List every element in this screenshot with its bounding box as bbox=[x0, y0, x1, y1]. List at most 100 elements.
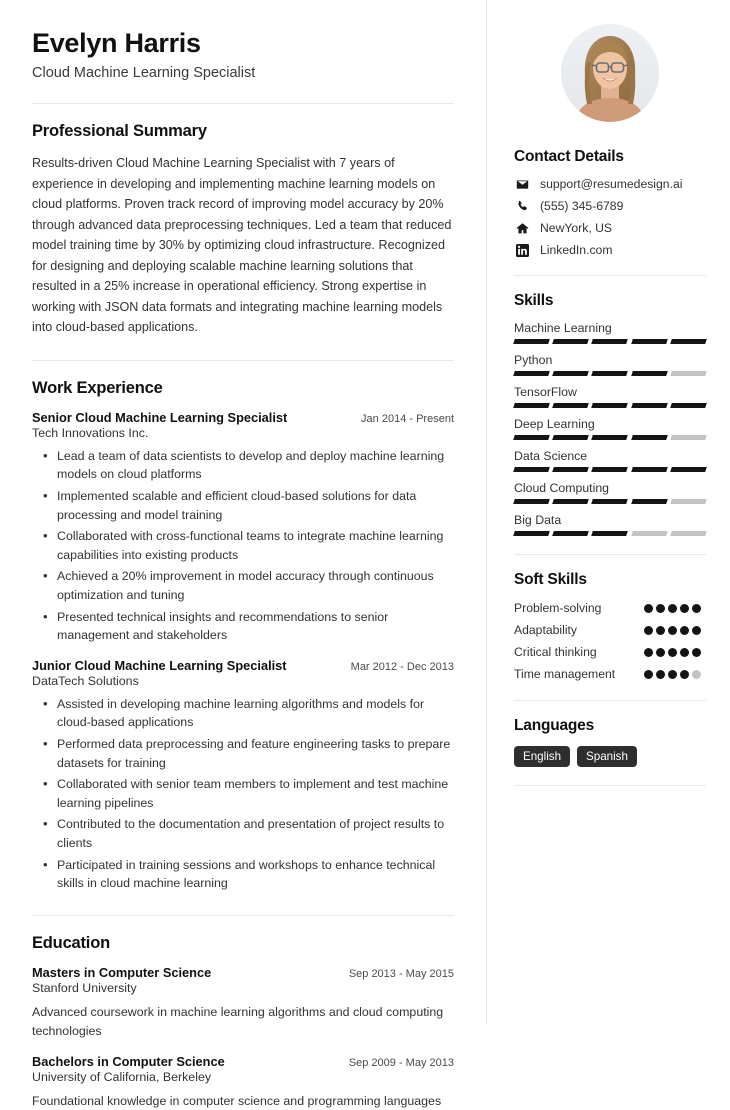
divider bbox=[32, 914, 454, 916]
skill-level-segment bbox=[513, 339, 551, 344]
avatar-photo bbox=[561, 24, 659, 122]
rating-dot bbox=[680, 648, 689, 658]
envelope-icon bbox=[514, 178, 531, 191]
soft-skill-rating bbox=[644, 600, 706, 613]
contact-row[interactable]: (555) 345-6789 bbox=[514, 199, 706, 213]
education-entry-date: Sep 2013 - May 2015 bbox=[348, 967, 454, 980]
skill-level-segment bbox=[591, 371, 629, 376]
soft-skill-name: Problem-solving bbox=[514, 601, 602, 615]
work-entry-header: Senior Cloud Machine Learning Specialist… bbox=[32, 410, 454, 425]
candidate-name: Evelyn Harris bbox=[32, 28, 201, 58]
contact-value: support@resumedesign.ai bbox=[540, 177, 683, 191]
skill-level-segment bbox=[630, 499, 668, 504]
skill-level-segment bbox=[513, 499, 551, 504]
skill-level-segment bbox=[513, 467, 551, 472]
main-column: Evelyn Harris Cloud Machine Learning Spe… bbox=[0, 0, 486, 1108]
education-entry-degree: Masters in Computer Science bbox=[32, 964, 212, 980]
bullet-item: Assisted in developing machine learning … bbox=[32, 694, 454, 732]
education-entry-header: Bachelors in Computer Science Sep 2009 - … bbox=[32, 1054, 454, 1069]
work-entry-role: Junior Cloud Machine Learning Specialist bbox=[32, 657, 287, 673]
contact-row[interactable]: support@resumedesign.ai bbox=[514, 177, 706, 191]
section-education: Education Masters in Computer Science Sep… bbox=[32, 934, 454, 1110]
section-heading-languages: Languages bbox=[514, 717, 595, 735]
rating-dot bbox=[656, 626, 665, 636]
skill-name: Data Science bbox=[514, 449, 588, 463]
work-entry-header: Junior Cloud Machine Learning Specialist… bbox=[32, 658, 454, 673]
rating-dot bbox=[692, 626, 701, 636]
section-skills: Skills Machine Learning Python TensorFlow D… bbox=[513, 292, 707, 536]
skill-level-segment bbox=[552, 371, 590, 376]
skill-level-segment bbox=[630, 467, 668, 472]
skill-level-segment bbox=[670, 467, 707, 472]
education-entry-description: Foundational knowledge in computer scien… bbox=[32, 1093, 442, 1108]
rating-dot bbox=[692, 604, 701, 613]
section-heading-summary: Professional Summary bbox=[32, 122, 207, 141]
skill-item: Cloud Computing bbox=[513, 481, 707, 504]
resume-page: Evelyn Harris Cloud Machine Learning Spe… bbox=[0, 0, 730, 1108]
skill-item: TensorFlow bbox=[513, 385, 707, 408]
skill-name: Deep Learning bbox=[514, 417, 595, 431]
soft-skill-rating bbox=[644, 622, 706, 636]
bullet-item: Achieved a 20% improvement in model accu… bbox=[32, 566, 454, 604]
education-entry: Masters in Computer Science Sep 2013 - Ma… bbox=[32, 965, 454, 1041]
rating-dot bbox=[656, 670, 665, 680]
skill-level-segment bbox=[670, 403, 707, 408]
avatar bbox=[561, 24, 659, 122]
skill-name: Big Data bbox=[514, 513, 562, 527]
education-entry-date: Sep 2009 - May 2013 bbox=[348, 1056, 454, 1069]
rating-dot bbox=[692, 670, 701, 680]
bullet-item: Participated in training sessions and wo… bbox=[32, 855, 454, 893]
soft-skill-item: Time management bbox=[514, 666, 706, 682]
language-tag: English bbox=[514, 746, 571, 768]
language-tag-list: English Spanish bbox=[514, 746, 706, 768]
section-heading-education: Education bbox=[32, 933, 110, 952]
rating-dot bbox=[668, 648, 677, 658]
skill-item: Deep Learning bbox=[513, 417, 707, 440]
work-entry: Junior Cloud Machine Learning Specialist… bbox=[32, 658, 454, 893]
contact-row[interactable]: NewYork, US bbox=[514, 221, 706, 235]
section-professional-summary: Professional Summary Results-driven Clou… bbox=[32, 122, 454, 338]
sidebar-column: Contact Details support@resumedesign.ai (… bbox=[486, 0, 730, 1024]
skill-level-segment bbox=[670, 499, 707, 504]
rating-dot bbox=[668, 604, 677, 613]
skill-level-segment bbox=[630, 531, 668, 536]
work-entry-organization: Tech Innovations Inc. bbox=[32, 425, 149, 440]
section-soft-skills: Soft Skills Problem-solving Adaptability C… bbox=[514, 571, 706, 682]
soft-skill-item: Problem-solving bbox=[514, 600, 706, 616]
skill-name: TensorFlow bbox=[514, 385, 577, 399]
home-icon bbox=[514, 222, 531, 235]
soft-skill-name: Critical thinking bbox=[514, 645, 597, 660]
skill-level-segment bbox=[552, 499, 590, 504]
skill-level-segment bbox=[552, 403, 590, 408]
candidate-job-title: Cloud Machine Learning Specialist bbox=[32, 65, 256, 82]
education-entry-list: Masters in Computer Science Sep 2013 - Ma… bbox=[32, 965, 454, 1110]
name-block: Evelyn Harris Cloud Machine Learning Spe… bbox=[32, 28, 454, 81]
skill-level-bar bbox=[513, 467, 707, 472]
bullet-item: Collaborated with cross-functional teams… bbox=[32, 526, 454, 564]
skill-name: Machine Learning bbox=[514, 321, 612, 335]
phone-icon bbox=[514, 200, 531, 213]
contact-row[interactable]: LinkedIn.com bbox=[514, 243, 706, 257]
skill-level-segment bbox=[591, 435, 629, 440]
skill-item: Data Science bbox=[513, 449, 707, 472]
section-contact-details: Contact Details support@resumedesign.ai (… bbox=[514, 148, 706, 257]
skill-level-segment bbox=[552, 435, 590, 440]
section-heading-contact: Contact Details bbox=[514, 148, 624, 165]
skill-name: Cloud Computing bbox=[514, 481, 610, 495]
rating-dot bbox=[644, 670, 653, 680]
section-heading-work: Work Experience bbox=[32, 378, 163, 397]
work-entry-date: Jan 2014 - Present bbox=[361, 412, 454, 425]
skill-name: Python bbox=[514, 353, 553, 367]
skill-item: Python bbox=[513, 353, 707, 376]
contact-list: support@resumedesign.ai (555) 345-6789 New… bbox=[514, 177, 706, 257]
skill-level-bar bbox=[513, 371, 707, 376]
skill-level-segment bbox=[670, 435, 707, 440]
rating-dot bbox=[644, 626, 653, 636]
skill-level-bar bbox=[513, 499, 707, 504]
skill-level-segment bbox=[513, 371, 551, 376]
skill-level-segment bbox=[591, 339, 629, 344]
bullet-item: Lead a team of data scientists to develo… bbox=[32, 446, 454, 484]
avatar-wrapper bbox=[514, 24, 706, 122]
divider bbox=[514, 785, 706, 787]
rating-dot bbox=[692, 648, 701, 658]
